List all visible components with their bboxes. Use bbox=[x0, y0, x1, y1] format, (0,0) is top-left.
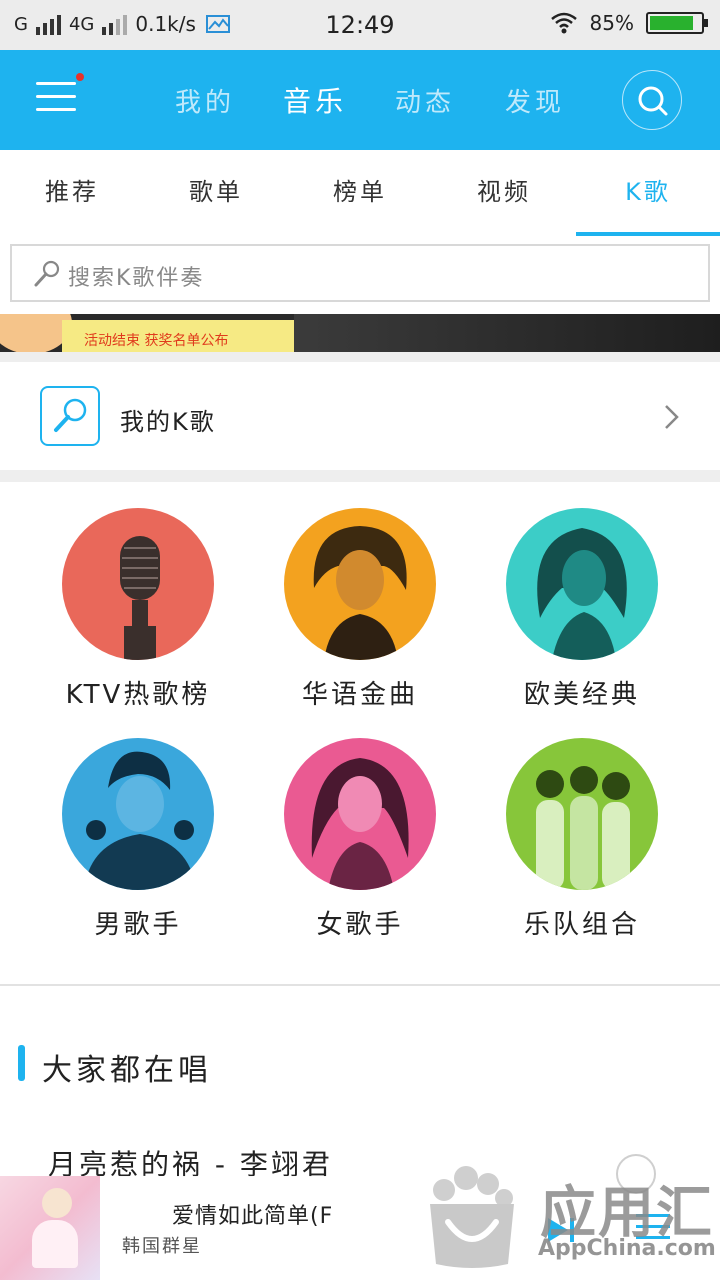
topnav-item-mine[interactable]: 我的 bbox=[150, 82, 260, 119]
my-karaoke-icon bbox=[40, 386, 100, 446]
category-label: 乐队组合 bbox=[523, 910, 640, 940]
now-playing-artist: 韩国群星 bbox=[122, 1236, 202, 1257]
tab-karaoke[interactable]: K歌 bbox=[576, 150, 720, 236]
search-button[interactable] bbox=[622, 70, 682, 130]
microphone-icon bbox=[54, 398, 87, 432]
status-right: 85% bbox=[550, 11, 708, 35]
search-placeholder: 搜索K歌伴奏 bbox=[68, 266, 205, 291]
status-bar: G 4G 0.1k/s 12:49 85% bbox=[0, 0, 720, 50]
my-karaoke-row[interactable]: 我的K歌 bbox=[0, 362, 720, 470]
battery-percent: 85% bbox=[589, 11, 634, 35]
topnav-item-feed[interactable]: 动态 bbox=[370, 82, 480, 119]
category-image bbox=[284, 738, 436, 890]
my-karaoke-label: 我的K歌 bbox=[120, 408, 216, 436]
now-playing-title: 爱情如此简单(F bbox=[172, 1204, 334, 1229]
singer-portrait-icon bbox=[311, 758, 409, 890]
watermark-english: AppChina.com bbox=[538, 1236, 716, 1261]
appchina-logo-icon bbox=[430, 1166, 514, 1268]
category-female-singers[interactable]: 女歌手 bbox=[260, 738, 460, 941]
singer-portrait-icon bbox=[537, 528, 627, 660]
notification-dot bbox=[76, 73, 84, 81]
category-bands-groups[interactable]: 乐队组合 bbox=[482, 738, 682, 941]
section-divider-3 bbox=[0, 984, 720, 986]
category-label: 华语金曲 bbox=[301, 680, 418, 710]
section-accent-bar bbox=[18, 1045, 25, 1081]
top-nav: 我的 音乐 动态 发现 bbox=[150, 50, 590, 150]
section-divider bbox=[0, 352, 720, 362]
category-label: 女歌手 bbox=[316, 910, 404, 940]
tab-charts[interactable]: 榜单 bbox=[288, 150, 432, 236]
banner-image bbox=[294, 314, 720, 352]
section-divider-2 bbox=[0, 470, 720, 482]
tab-recommend[interactable]: 推荐 bbox=[0, 150, 144, 236]
cover-art-figure-head bbox=[42, 1188, 72, 1218]
top-app-bar: 我的 音乐 动态 发现 bbox=[0, 50, 720, 150]
topnav-item-music[interactable]: 音乐 bbox=[260, 80, 370, 120]
promo-banner[interactable]: 活动结束 获奖名单公布 bbox=[0, 314, 720, 352]
vintage-microphone-icon bbox=[120, 536, 160, 660]
topnav-item-discover[interactable]: 发现 bbox=[480, 82, 590, 119]
category-label: 男歌手 bbox=[94, 910, 182, 940]
cover-art-figure-body bbox=[32, 1220, 78, 1268]
microphone-icon bbox=[34, 260, 60, 287]
tab-videos[interactable]: 视频 bbox=[432, 150, 576, 236]
menu-button[interactable] bbox=[36, 82, 76, 118]
search-icon bbox=[638, 86, 668, 116]
wifi-icon bbox=[550, 12, 577, 34]
category-chinese-classics[interactable]: 华语金曲 bbox=[260, 508, 460, 711]
singer-portrait-icon bbox=[84, 751, 196, 890]
chevron-right-icon bbox=[665, 405, 679, 429]
battery-icon bbox=[646, 12, 708, 34]
banner-text: 活动结束 获奖名单公布 bbox=[84, 333, 229, 349]
category-label: KTV热歌榜 bbox=[65, 680, 211, 710]
category-image bbox=[506, 738, 658, 890]
category-image bbox=[62, 508, 214, 660]
group-portrait-icon bbox=[536, 766, 630, 890]
category-ktv-hits[interactable]: KTV热歌榜 bbox=[38, 508, 238, 711]
sub-tabs: 推荐 歌单 榜单 视频 K歌 bbox=[0, 150, 720, 236]
section-title: 大家都在唱 bbox=[42, 1053, 212, 1088]
category-image bbox=[62, 738, 214, 890]
category-image bbox=[506, 508, 658, 660]
category-western-classics[interactable]: 欧美经典 bbox=[482, 508, 682, 711]
category-label: 欧美经典 bbox=[523, 680, 640, 710]
tab-playlists[interactable]: 歌单 bbox=[144, 150, 288, 236]
category-image bbox=[284, 508, 436, 660]
singer-portrait-icon bbox=[313, 526, 407, 660]
karaoke-search-input[interactable]: 搜索K歌伴奏 bbox=[10, 244, 710, 302]
album-cover bbox=[0, 1176, 100, 1280]
category-male-singers[interactable]: 男歌手 bbox=[38, 738, 238, 941]
